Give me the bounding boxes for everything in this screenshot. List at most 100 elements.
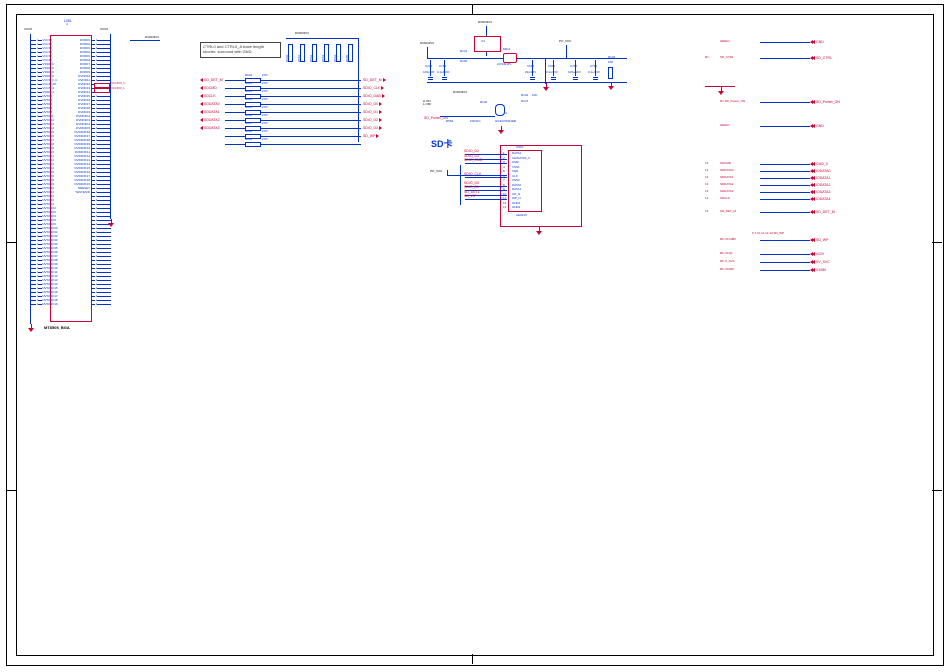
sd-net-label: SDIO_D2 xyxy=(463,150,480,154)
offpage-net-right: SDIO_DAB xyxy=(362,94,385,98)
offpage-label-left: RF-V1Q1 xyxy=(720,252,733,255)
offpage-arrow: V1080 xyxy=(810,268,827,272)
cap-val: 0.1u/16V xyxy=(546,71,558,74)
offpage-arrow: CMD_0 xyxy=(810,162,829,166)
offpage-label-left: RF-V1080 xyxy=(720,268,734,271)
u4-box xyxy=(474,36,501,52)
offpage-arrow: SD_WP xyxy=(810,238,829,242)
offpage-net-left: SDDATA2 xyxy=(200,118,221,122)
pwr-rail-in2: DVDD3V3 xyxy=(478,21,492,24)
series-resistor-ref: R638 xyxy=(245,130,252,133)
cap-ref: C782 xyxy=(590,65,597,68)
offpage-label-left: SDDATA0 xyxy=(720,169,733,172)
offpage-net-right: SDIO_CLK xyxy=(362,86,384,90)
pullup-ref: R641 xyxy=(298,55,301,62)
offpage-net-right: SD_DET_M xyxy=(362,78,386,82)
sd-pin-name: DATA2 xyxy=(512,152,521,155)
offpage-label-left: SDDATA1 xyxy=(720,176,733,179)
series-resistor-val: 27R xyxy=(262,114,268,117)
offpage-label-left: HREF1 xyxy=(720,124,730,127)
sd-pin-name: CMD xyxy=(512,161,519,164)
series-resistor-val: 27R xyxy=(262,122,268,125)
sd-net-label: SD_WP xyxy=(463,195,477,199)
sd-card-title: SD卡 xyxy=(431,140,453,149)
sd-pin-num: 5 xyxy=(503,170,505,173)
series-resistor-ref: R636 xyxy=(245,114,252,117)
series-resistor-val: 27R xyxy=(262,98,268,101)
series-resistor-val: 27R xyxy=(262,82,268,85)
sd-pin-name: WP_N xyxy=(512,197,521,200)
offpage-arrow: GND xyxy=(810,124,825,128)
gnd-ctrl xyxy=(498,126,504,134)
pwr-rail-out: PO_VCC xyxy=(559,40,571,43)
sd-pin-name: VDD xyxy=(512,170,518,173)
mosfet-ref: M011 xyxy=(503,48,510,51)
ic-left-rail-label: VCC6 xyxy=(24,28,32,31)
pullup-ref: R644 xyxy=(334,55,337,62)
layout-note: CTRL0 and CTRL0_A trace length shorter, … xyxy=(200,42,281,58)
dvdd3v3-label-ic: DVDD3V3 xyxy=(145,36,159,39)
cap-val: 100p/16V xyxy=(568,71,581,74)
offpage-net-left: SDCLK xyxy=(200,94,217,98)
r145: R145 xyxy=(460,60,467,63)
offpage-arrow: IODATA3 xyxy=(810,190,831,194)
series-resistor-ref: R635 xyxy=(245,106,252,109)
offpage-net-left: SDDATA1 xyxy=(200,110,221,114)
gnd-standalone xyxy=(718,87,724,95)
offpage-arrow: IODATA0 xyxy=(810,169,831,173)
offpage-arrow: SD_Power_ON xyxy=(810,100,841,104)
sd-power-on-net: SD_Power_ON xyxy=(423,117,449,121)
r143-val: 10K xyxy=(608,61,613,64)
r142: R142 xyxy=(521,94,528,97)
cap-val: 22u/16V xyxy=(525,71,536,74)
ic-right-rail-label: VCC6 xyxy=(100,28,108,31)
sd-net-label: SDIO_CMD xyxy=(463,159,483,163)
series-resistor-ref: R625 xyxy=(245,82,252,85)
gnd-r143 xyxy=(608,82,614,90)
u4-label: U4 xyxy=(481,40,485,43)
offpage-net-right: SDIO_D0 xyxy=(362,102,382,106)
series-resistor-ref: R634 xyxy=(245,98,252,101)
cap-ref: C204 xyxy=(425,65,432,68)
page-ref: 13 xyxy=(705,176,708,179)
offpage-label-left: RF-V_SVC xyxy=(720,260,735,263)
transistor-symbol xyxy=(495,104,505,116)
offpage-label-left: HREF1 xyxy=(720,40,730,43)
vcc3v3-l-net: VCC3V3_L xyxy=(110,87,125,90)
offpage-arrow: GND xyxy=(810,40,825,44)
cap-val: 0.1u/16V xyxy=(588,71,600,74)
pullup-ref: R646 xyxy=(286,55,289,62)
series-resistor-ref: R637 xyxy=(245,122,252,125)
series-resistor-ref: R639 xyxy=(245,138,252,141)
offpage-net-right: SDIO_D1 xyxy=(362,110,382,114)
series-resistor-val: 27R xyxy=(262,74,268,77)
pullup-ref: R643 xyxy=(322,55,325,62)
r146-val: 10K/NC xyxy=(470,120,481,123)
pullup-ref: R642 xyxy=(310,55,313,62)
rc-rail-label: DVDD3V3 xyxy=(295,32,309,35)
cap-val: 0.1uF RF xyxy=(437,71,450,74)
page-ref: R1 xyxy=(705,56,709,59)
mosfet-part: AO3401PL xyxy=(497,63,512,66)
cap-ref: C780 xyxy=(570,65,577,68)
offpage-label-left: R1 SD_Power_ON xyxy=(720,100,745,103)
cap-ref: C596 xyxy=(527,65,534,68)
pullup-ref: R645 xyxy=(346,55,349,62)
sd-vcc-label: PO_VCC xyxy=(430,170,442,173)
cap-ref: C781 xyxy=(439,65,446,68)
offpage-net-left: SDDATA0 xyxy=(200,102,221,106)
sd-pin-name: GND2 xyxy=(512,206,520,209)
offpage-label-left: SDCMD xyxy=(720,162,731,165)
sd-net-label: SDIO_D1 xyxy=(463,186,480,190)
series-resistor-val: 27R xyxy=(262,130,268,133)
page-ref: 13 xyxy=(705,162,708,165)
offpage-arrow: IODATA1 xyxy=(810,176,831,180)
r141: R141 xyxy=(460,50,467,53)
series-resistor xyxy=(245,142,261,147)
offpage-label-left: RF-V1C080 xyxy=(720,238,736,241)
page-ref: 13 xyxy=(705,197,708,200)
page-ref: 13 xyxy=(705,210,708,213)
rail-ctrl: DVDD3V3 xyxy=(453,91,467,94)
gnd-pwr-caps xyxy=(543,83,549,91)
ic-pin-right: 1 xyxy=(72,302,111,306)
